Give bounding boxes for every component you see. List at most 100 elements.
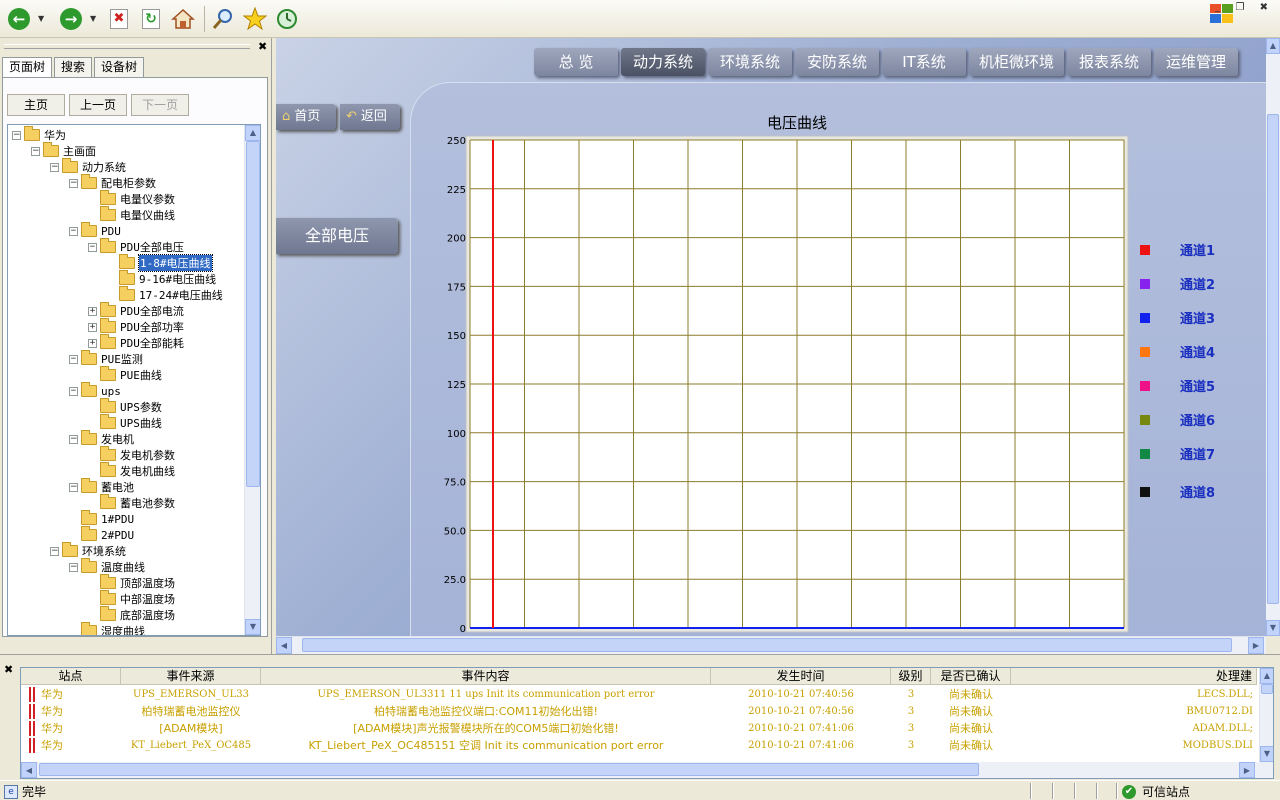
collapse-icon[interactable]: −	[69, 354, 78, 364]
tree-node[interactable]: 电量仪曲线	[88, 206, 175, 223]
tree-node[interactable]: 1#PDU	[69, 510, 134, 527]
tab-page-tree[interactable]: 页面树	[2, 57, 53, 78]
scroll-up-icon[interactable]: ▲	[1260, 668, 1273, 684]
close-icon[interactable]: ✖	[4, 663, 13, 676]
tree-node[interactable]: 9-16#电压曲线	[107, 270, 216, 287]
tree-node[interactable]: 顶部温度场	[88, 574, 175, 591]
table-row[interactable]: 华为 KT_Liebert_PeX_OC485 KT_Liebert_PeX_OC4…	[21, 737, 1257, 754]
tree-node[interactable]: − 蓄电池	[69, 478, 134, 495]
tree-node[interactable]: + PDU全部能耗	[88, 334, 184, 351]
column-handling[interactable]: 处理建	[1011, 668, 1257, 685]
tree-node[interactable]: 电量仪参数	[88, 190, 175, 207]
back-dropdown-icon[interactable]: ▼	[38, 14, 44, 23]
tab-operations[interactable]: 运维管理	[1154, 48, 1239, 76]
close-icon[interactable]: ✖	[258, 40, 267, 53]
event-vertical-scrollbar[interactable]: ▲ ▼	[1259, 668, 1273, 762]
forward-dropdown-icon[interactable]: ▼	[90, 14, 96, 23]
tab-security-system[interactable]: 安防系统	[795, 48, 879, 76]
tree-node[interactable]: 2#PDU	[69, 526, 134, 543]
expand-icon[interactable]: +	[88, 338, 97, 348]
collapse-icon[interactable]: −	[69, 386, 78, 396]
tree-node[interactable]: − 动力系统	[50, 158, 126, 175]
scroll-down-icon[interactable]: ▼	[245, 619, 260, 635]
scroll-thumb[interactable]	[302, 638, 1232, 652]
panel-grip[interactable]	[4, 44, 250, 49]
tree-node[interactable]: + PDU全部电流	[88, 302, 184, 319]
history-icon[interactable]	[274, 6, 300, 32]
tree-node[interactable]: − 主画面	[31, 142, 96, 159]
home-button[interactable]: ⌂ 首页	[276, 104, 336, 130]
window-controls[interactable]: _ ❐ ✖	[1215, 2, 1274, 13]
refresh-icon[interactable]: ↻	[138, 6, 164, 32]
tab-it-system[interactable]: IT系统	[882, 48, 966, 76]
tree-node[interactable]: − PDU全部电压	[88, 238, 184, 255]
expand-icon[interactable]: +	[88, 306, 97, 316]
scroll-right-icon[interactable]: ▶	[1239, 762, 1255, 778]
collapse-icon[interactable]: −	[50, 546, 59, 556]
back-icon[interactable]: ←	[6, 6, 32, 32]
previous-page-button[interactable]: 上一页	[69, 94, 127, 116]
event-horizontal-scrollbar[interactable]: ◀ ▶	[21, 762, 1273, 778]
forward-icon[interactable]: →	[58, 6, 84, 32]
next-page-button[interactable]: 下一页	[131, 94, 189, 116]
scroll-right-icon[interactable]: ▶	[1248, 637, 1264, 654]
home-page-button[interactable]: 主页	[7, 94, 65, 116]
back-button[interactable]: ↶ 返回	[340, 104, 400, 130]
expand-icon[interactable]: +	[88, 322, 97, 332]
column-site[interactable]: 站点	[21, 668, 121, 685]
scroll-left-icon[interactable]: ◀	[276, 637, 292, 654]
tree-node[interactable]: 湿度曲线	[69, 622, 145, 635]
scroll-up-icon[interactable]: ▲	[1266, 38, 1280, 54]
collapse-icon[interactable]: −	[69, 482, 78, 492]
table-row[interactable]: 华为 [ADAM模块] [ADAM模块]声光报警模块所在的COM5端口初始化错! 20…	[21, 720, 1257, 737]
tree-node[interactable]: 1-8#电压曲线	[107, 254, 213, 272]
collapse-icon[interactable]: −	[69, 178, 78, 188]
scroll-up-icon[interactable]: ▲	[245, 125, 260, 141]
table-row[interactable]: 华为 柏特瑞蓄电池监控仪 柏特瑞蓄电池监控仪端口:COM11初始化出错! 2010-1…	[21, 703, 1257, 720]
stop-icon[interactable]: ✖	[106, 6, 132, 32]
tree-node[interactable]: − 环境系统	[50, 542, 126, 559]
tab-overview[interactable]: 总 览	[534, 48, 618, 76]
tree-node[interactable]: − 温度曲线	[69, 558, 145, 575]
scroll-thumb[interactable]	[1267, 114, 1279, 604]
column-content[interactable]: 事件内容	[261, 668, 711, 685]
main-horizontal-scrollbar[interactable]: ◀ ▶	[276, 636, 1266, 654]
collapse-icon[interactable]: −	[31, 146, 40, 156]
tree-node[interactable]: − ups	[69, 382, 121, 399]
scroll-left-icon[interactable]: ◀	[21, 762, 37, 778]
collapse-icon[interactable]: −	[50, 162, 59, 172]
column-confirmed[interactable]: 是否已确认	[931, 668, 1011, 685]
table-row[interactable]: 华为 UPS_EMERSON_UL33 UPS_EMERSON_UL3311 11 …	[21, 686, 1257, 703]
collapse-icon[interactable]: −	[12, 130, 21, 140]
tree-node[interactable]: − 配电柜参数	[69, 174, 156, 191]
tree-node[interactable]: + PDU全部功率	[88, 318, 184, 335]
all-voltage-button[interactable]: 全部电压	[276, 218, 398, 254]
tree-node[interactable]: 蓄电池参数	[88, 494, 175, 511]
tab-power-system[interactable]: 动力系统	[621, 48, 705, 76]
tree-node[interactable]: − PUE监测	[69, 350, 143, 367]
tree-node[interactable]: UPS参数	[88, 398, 162, 415]
tree-node[interactable]: − 发电机	[69, 430, 134, 447]
tree-vertical-scrollbar[interactable]: ▲ ▼	[244, 125, 260, 635]
tree-node[interactable]: 17-24#电压曲线	[107, 286, 223, 303]
scroll-down-icon[interactable]: ▼	[1260, 746, 1273, 762]
main-vertical-scrollbar[interactable]: ▲ ▼	[1266, 38, 1280, 636]
collapse-icon[interactable]: −	[88, 242, 97, 252]
collapse-icon[interactable]: −	[69, 226, 78, 236]
tree-node[interactable]: 底部温度场	[88, 606, 175, 623]
favorites-icon[interactable]	[242, 6, 268, 32]
search-icon[interactable]	[210, 6, 236, 32]
tree-node[interactable]: UPS曲线	[88, 414, 162, 431]
collapse-icon[interactable]: −	[69, 562, 78, 572]
tree-node[interactable]: − 华为	[12, 126, 66, 143]
scroll-thumb[interactable]	[1261, 684, 1273, 694]
tab-report-system[interactable]: 报表系统	[1067, 48, 1152, 76]
tree-node[interactable]: − PDU	[69, 222, 121, 239]
tab-device-tree[interactable]: 设备树	[94, 57, 145, 77]
collapse-icon[interactable]: −	[69, 434, 78, 444]
scroll-thumb[interactable]	[246, 141, 260, 487]
column-time[interactable]: 发生时间	[711, 668, 891, 685]
tree-node[interactable]: 发电机曲线	[88, 462, 175, 479]
column-source[interactable]: 事件来源	[121, 668, 261, 685]
tree-node[interactable]: 发电机参数	[88, 446, 175, 463]
